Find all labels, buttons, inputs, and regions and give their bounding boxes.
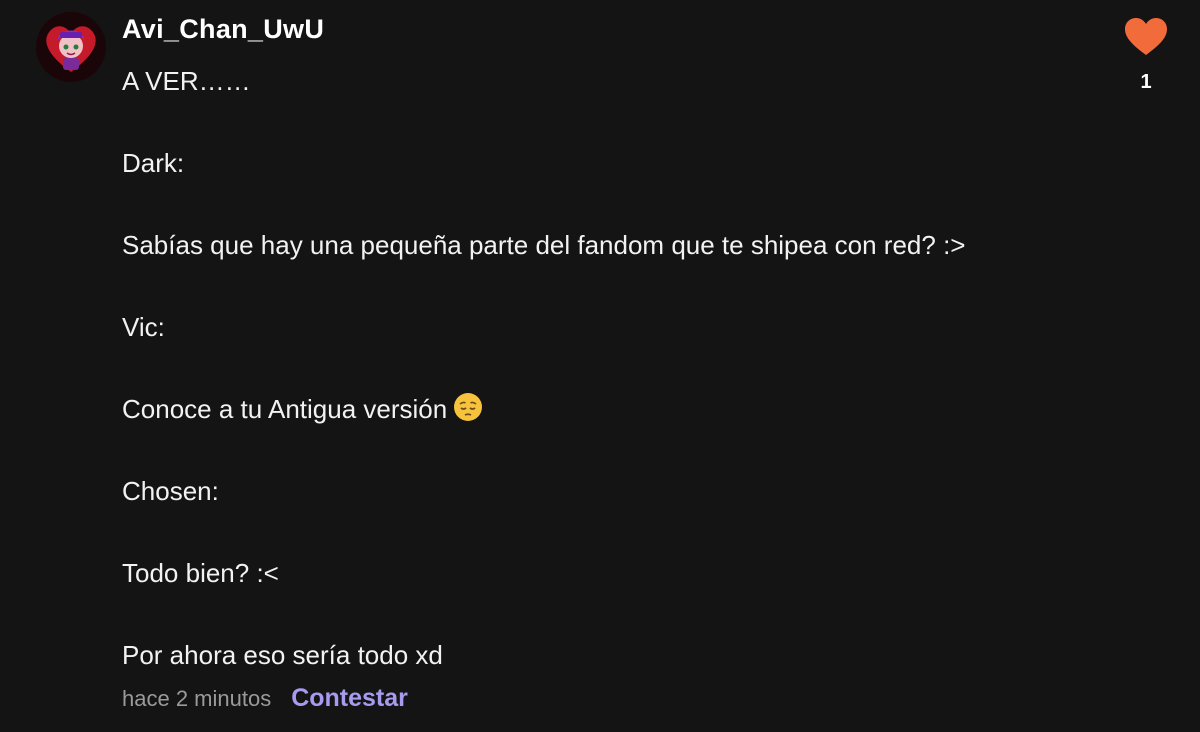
- comment-line-text: Conoce a tu Antigua versión: [122, 394, 448, 424]
- comment-line-with-emoji: Conoce a tu Antigua versión: [122, 389, 1082, 430]
- comment-line: [122, 266, 1082, 307]
- pensive-face-emoji: [453, 392, 483, 434]
- comment-line: [122, 102, 1082, 143]
- comment-line: Dark:: [122, 148, 185, 178]
- timestamp: hace 2 minutos: [122, 686, 272, 711]
- comment-line: Todo bien? :<: [122, 558, 279, 588]
- comment-line: [122, 184, 1082, 225]
- comment-line: Sabías que hay una pequeña parte del fan…: [122, 230, 966, 260]
- like-button[interactable]: 1: [1124, 18, 1168, 94]
- comment-line: Por ahora eso sería todo xd: [122, 640, 443, 670]
- comment-card: Avi_Chan_UwU A VER…… Dark: Sabías que ha…: [0, 0, 1200, 732]
- username[interactable]: Avi_Chan_UwU: [122, 14, 324, 45]
- comment-line: [122, 512, 1082, 553]
- comment-line: [122, 594, 1082, 635]
- comment-line: Vic:: [122, 312, 165, 342]
- comment-line: Chosen:: [122, 476, 219, 506]
- comment-body: A VER…… Dark: Sabías que hay una pequeña…: [122, 61, 1082, 676]
- avatar[interactable]: [36, 12, 106, 82]
- comment-meta: hace 2 minutos Contestar: [122, 684, 408, 713]
- comment-line: [122, 430, 1082, 471]
- reply-button[interactable]: Contestar: [291, 684, 408, 713]
- comment-line: [122, 348, 1082, 389]
- like-count: 1: [1140, 71, 1152, 93]
- comment-line: A VER……: [122, 66, 251, 96]
- heart-icon[interactable]: [1125, 18, 1167, 56]
